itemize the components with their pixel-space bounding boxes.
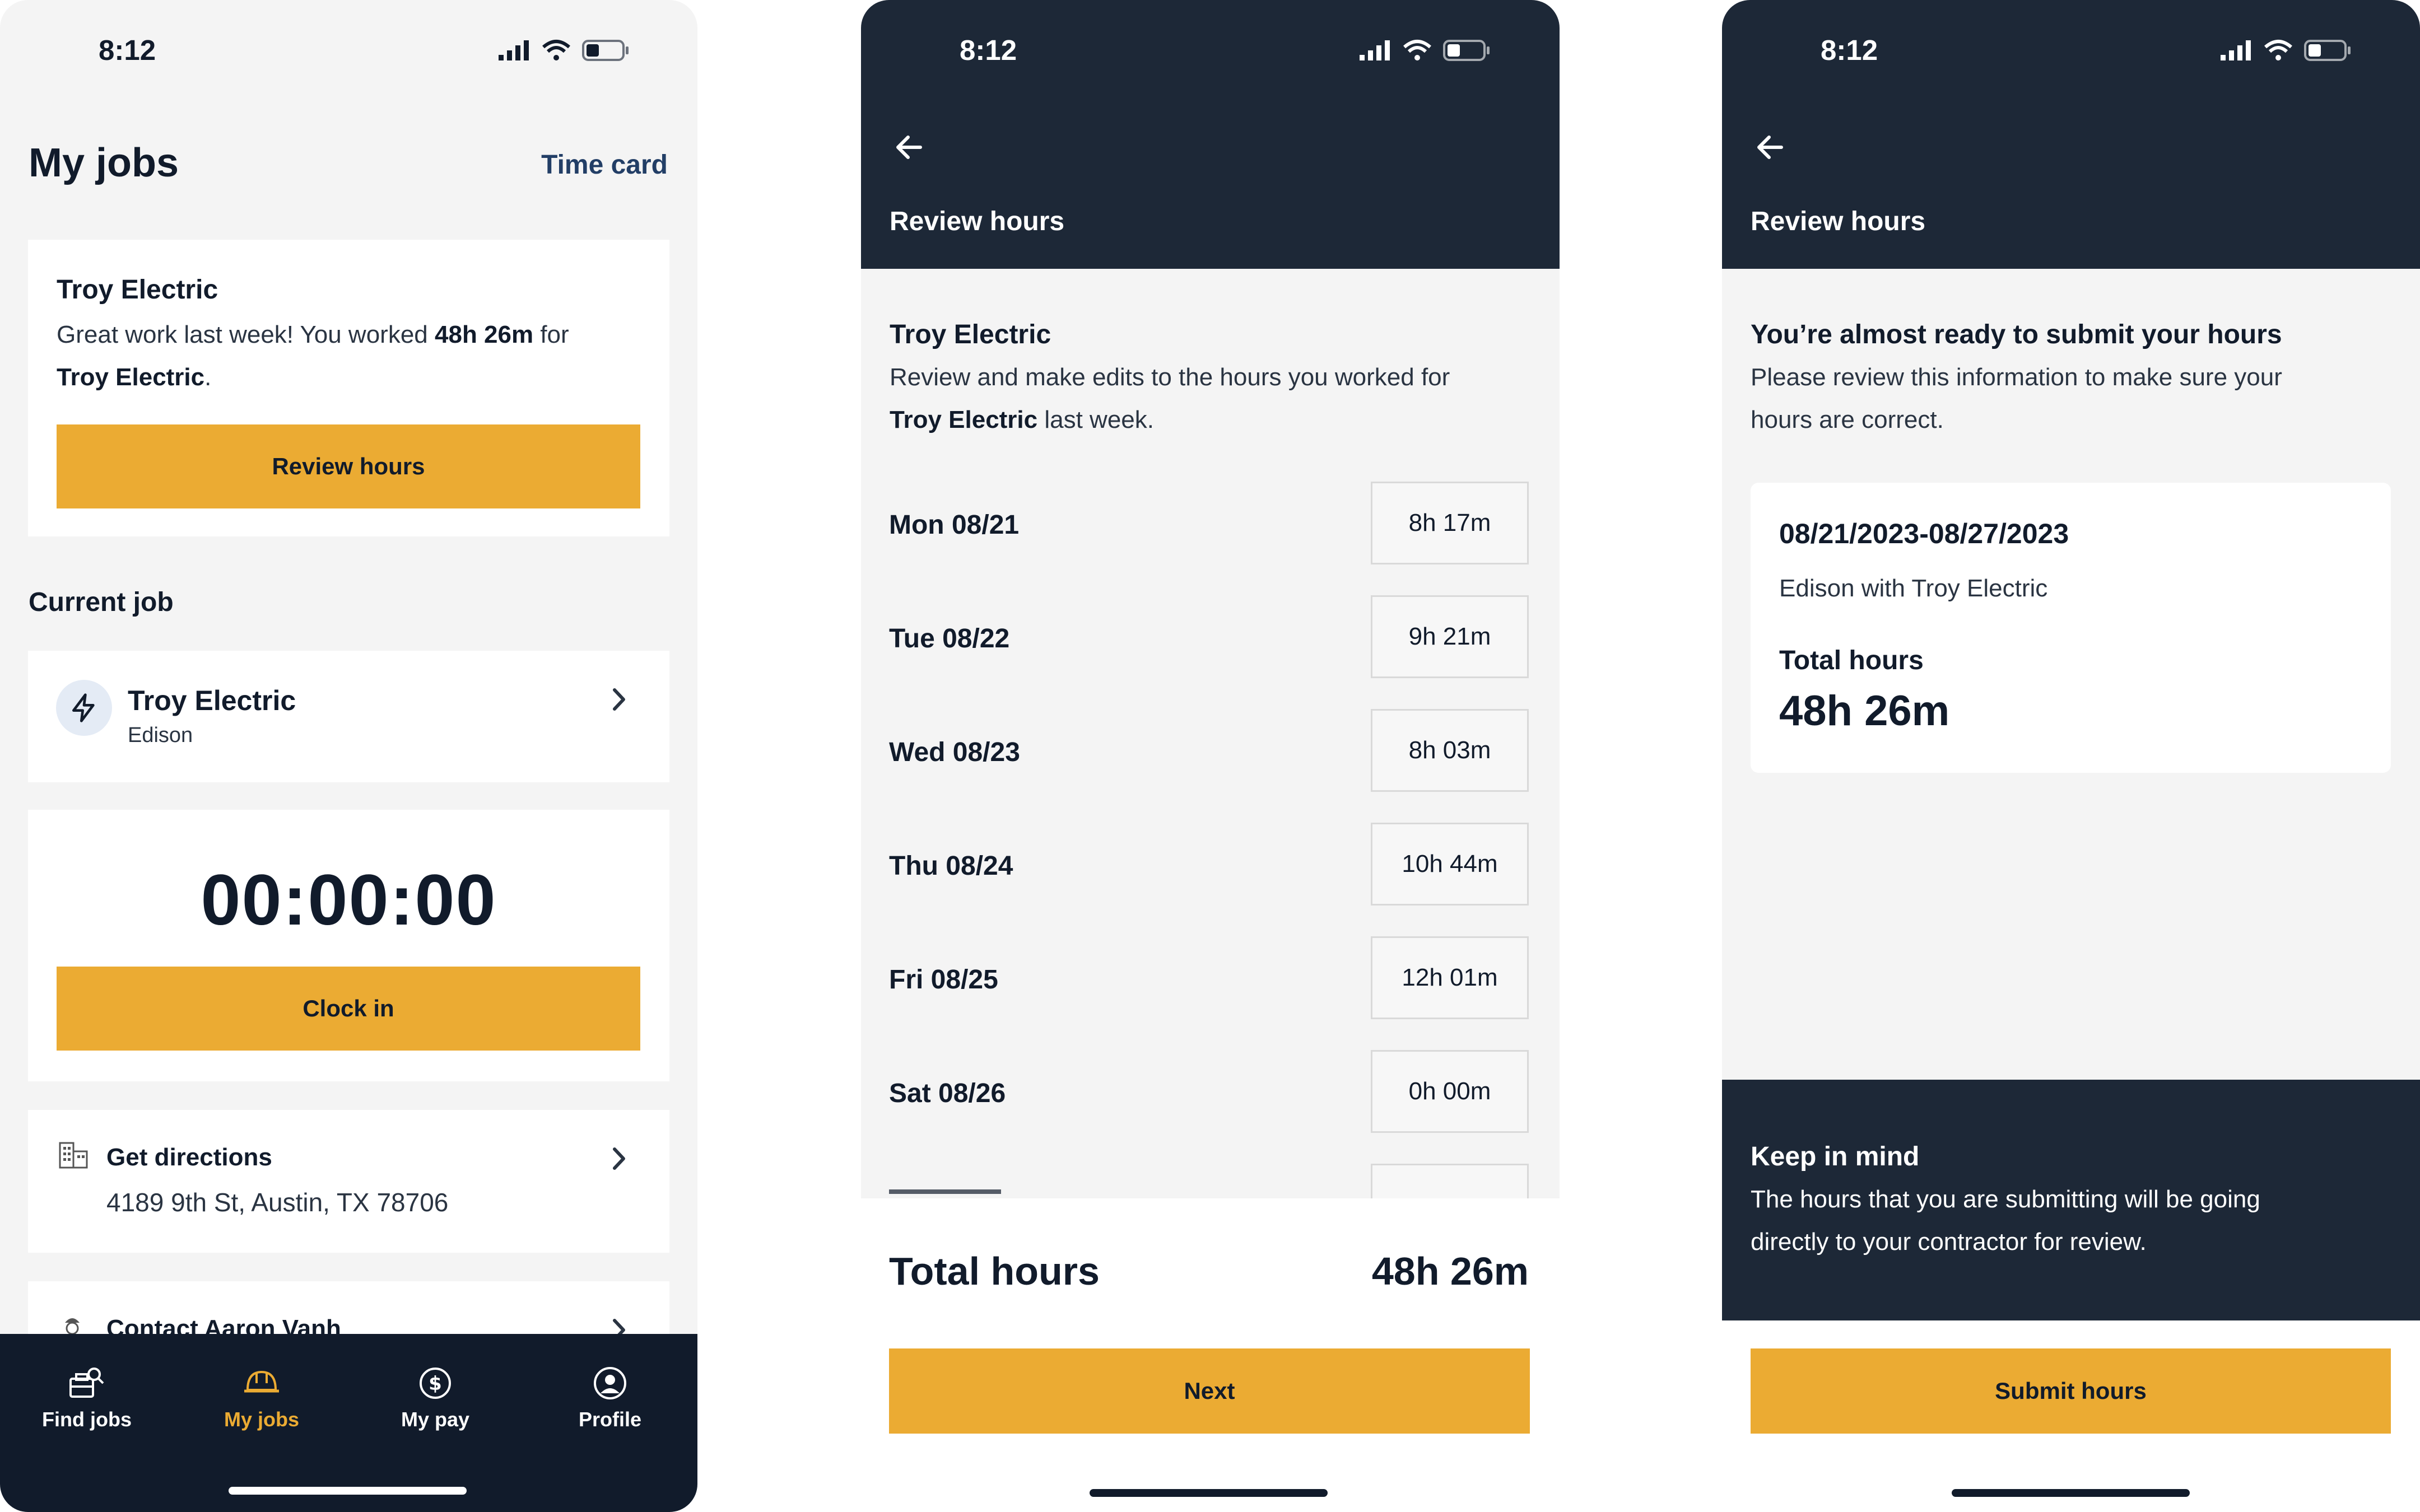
hard-hat-icon [244, 1370, 279, 1393]
wifi-icon [1403, 40, 1431, 60]
summary-company: Troy Electric [57, 275, 218, 305]
hours-input[interactable]: 12h 01m [1371, 936, 1529, 1019]
submit-hours-button[interactable]: Submit hours [1751, 1348, 2391, 1434]
building-icon [59, 1142, 88, 1169]
description-line: hours are correct. [1751, 406, 1944, 433]
current-job-row[interactable]: Troy Electric Edison [28, 651, 669, 782]
note-line: directly to your contractor for review. [1751, 1228, 2147, 1256]
svg-text:$: $ [429, 1373, 442, 1395]
battery-icon [582, 40, 629, 61]
company-name: Troy Electric [890, 320, 1051, 349]
wifi-icon [542, 40, 570, 60]
header-title: Review hours [1751, 207, 1926, 236]
description-company: Troy Electric [890, 406, 1038, 433]
signal-icon [499, 40, 529, 60]
nav-label: Find jobs [42, 1408, 132, 1431]
nav-profile[interactable]: Profile [554, 1366, 666, 1431]
battery-icon [2304, 40, 2351, 61]
briefcase-search-icon [69, 1368, 104, 1398]
review-hours-screen: 8:12 Review hours Troy Electric Review a… [861, 0, 1560, 1512]
hours-input[interactable]: 8h 17m [1371, 482, 1529, 564]
timer-display: 00:00:00 [201, 860, 497, 940]
total-hours-label: Total hours [889, 1249, 1100, 1293]
header-title: Review hours [890, 207, 1065, 236]
my-jobs-screen: 8:12 My jobs Time card Troy Electric Gre… [0, 0, 697, 1512]
home-indicator [1090, 1489, 1328, 1497]
hours-input[interactable]: 0h 00m [1371, 1050, 1529, 1133]
signal-icon [1360, 40, 1390, 60]
summary-message-end: . [204, 363, 212, 391]
status-time: 8:12 [99, 34, 156, 66]
review-description: Review and make edits to the hours you w… [890, 356, 1528, 441]
nav-label: Profile [578, 1408, 642, 1431]
submit-hours-screen: 8:12 Review hours You’re almost ready to… [1722, 0, 2420, 1512]
description-line: Please review this information to make s… [1751, 363, 2282, 391]
description-text: Review and make edits to the hours you w… [890, 363, 1450, 391]
nav-label: My jobs [224, 1408, 299, 1431]
hours-input[interactable]: 10h 44m [1371, 823, 1529, 906]
weekly-summary-card: Troy Electric Great work last week! You … [28, 240, 669, 536]
summary-message-mid: for [533, 321, 569, 348]
date-range: 08/21/2023-08/27/2023 [1779, 518, 2069, 549]
submit-heading: You’re almost ready to submit your hours [1751, 320, 2282, 349]
chevron-right-icon [613, 688, 625, 711]
home-indicator [229, 1487, 467, 1495]
status-icons [2219, 39, 2352, 62]
job-company: Troy Electric [128, 685, 296, 716]
clock-in-button[interactable]: Clock in [57, 967, 640, 1051]
wifi-icon [2264, 40, 2292, 60]
nav-find-jobs[interactable]: Find jobs [31, 1366, 143, 1431]
job-description: Edison with Troy Electric [1779, 575, 2048, 602]
back-arrow-icon[interactable] [1755, 132, 1786, 163]
hours-input[interactable]: 8h 03m [1371, 709, 1529, 792]
review-hours-button[interactable]: Review hours [57, 424, 640, 508]
note-title: Keep in mind [1751, 1142, 1920, 1172]
page-title: My jobs [29, 141, 179, 185]
total-hours-value: 48h 26m [1371, 1249, 1529, 1293]
back-arrow-icon[interactable] [893, 132, 925, 163]
total-hours-label: Total hours [1779, 646, 1924, 675]
day-label: Tue 08/22 [889, 624, 1010, 654]
nav-my-jobs[interactable]: My jobs [206, 1366, 318, 1431]
day-label: Mon 08/21 [889, 510, 1020, 540]
note-text: The hours that you are submitting will b… [1751, 1178, 2260, 1263]
total-hours-value: 48h 26m [1779, 687, 1950, 735]
lightning-icon [56, 680, 112, 736]
summary-message-pre: Great work last week! You worked [57, 321, 435, 348]
signal-icon [2221, 40, 2251, 60]
dollar-circle-icon: $ [420, 1368, 451, 1399]
status-time: 8:12 [960, 34, 1017, 66]
hours-input[interactable]: 9h 21m [1371, 595, 1529, 678]
job-subtitle: Edison [128, 724, 193, 747]
summary-message-company: Troy Electric [57, 363, 205, 391]
directions-row[interactable]: Get directions 4189 9th St, Austin, TX 7… [28, 1110, 669, 1253]
day-label: Fri 08/25 [889, 965, 998, 995]
status-icons [497, 39, 630, 62]
current-job-heading: Current job [29, 587, 174, 617]
summary-message: Great work last week! You worked 48h 26m… [57, 314, 639, 399]
submit-description: Please review this information to make s… [1751, 356, 2282, 441]
home-indicator [1952, 1489, 2190, 1497]
battery-icon [1443, 40, 1490, 61]
day-label: Wed 08/23 [889, 738, 1020, 767]
status-icons [1358, 39, 1491, 62]
next-button[interactable]: Next [889, 1348, 1530, 1434]
note-line: The hours that you are submitting will b… [1751, 1186, 2260, 1213]
status-time: 8:12 [1821, 34, 1878, 66]
directions-address: 4189 9th St, Austin, TX 78706 [106, 1188, 449, 1217]
nav-label: My pay [401, 1408, 470, 1431]
day-label: Thu 08/24 [889, 851, 1013, 881]
hours-summary-card: 08/21/2023-08/27/2023 Edison with Troy E… [1751, 483, 2391, 773]
nav-my-pay[interactable]: $ My pay [379, 1366, 491, 1431]
timer-card: 00:00:00 Clock in [28, 810, 669, 1081]
profile-icon [594, 1367, 626, 1399]
day-label-partial [889, 1182, 1035, 1194]
time-card-link[interactable]: Time card [541, 150, 668, 180]
chevron-right-icon [613, 1147, 625, 1170]
day-label: Sat 08/26 [889, 1079, 1006, 1108]
directions-label: Get directions [106, 1144, 272, 1171]
description-end: last week. [1037, 406, 1155, 433]
summary-hours: 48h 26m [435, 321, 534, 348]
